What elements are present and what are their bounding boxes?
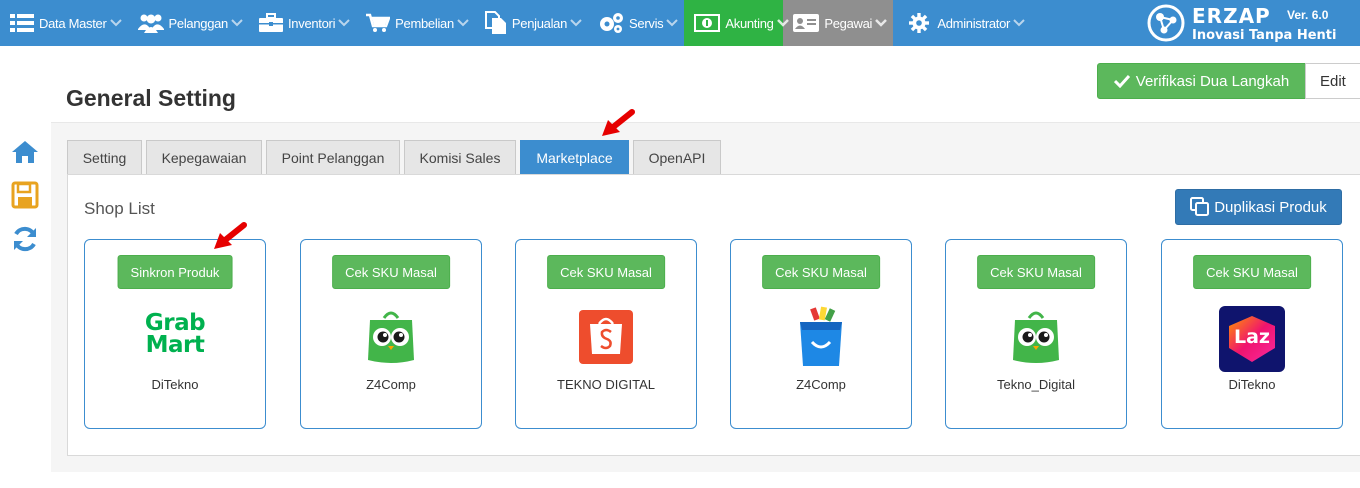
nav-label: Data Master xyxy=(39,15,107,31)
shop-name: DiTekno xyxy=(151,377,199,392)
nav-pegawai[interactable]: Pegawai xyxy=(783,0,894,46)
tokopedia-logo xyxy=(368,311,414,363)
duplikasi-produk-button[interactable]: Duplikasi Produk xyxy=(1175,189,1342,225)
shop-name: TEKNO DIGITAL xyxy=(557,377,655,392)
edit-button[interactable]: Edit xyxy=(1305,63,1360,99)
nav-label: Pembelian xyxy=(395,15,454,31)
tab-setting[interactable]: Setting xyxy=(67,140,142,175)
duplikasi-label: Duplikasi Produk xyxy=(1214,198,1327,216)
money-icon xyxy=(694,14,721,32)
tab-openapi[interactable]: OpenAPI xyxy=(633,140,721,175)
nav-label: Penjualan xyxy=(511,15,568,31)
refresh-icon[interactable] xyxy=(11,225,39,253)
shop-name: DiTekno xyxy=(1228,377,1276,392)
shop-card-tokopedia-2[interactable]: Cek SKU Masal Tekno_Digital xyxy=(945,239,1127,429)
briefcase-icon xyxy=(259,13,283,32)
brand-tagline: Inovasi Tanpa Henti xyxy=(1192,28,1337,43)
cek-sku-masal-button[interactable]: Cek SKU Masal xyxy=(332,255,450,289)
nav-label: Pegawai xyxy=(824,15,873,31)
list-icon xyxy=(10,14,34,32)
tab-komisi-sales[interactable]: Komisi Sales xyxy=(404,140,516,175)
sinkron-produk-button[interactable]: Sinkron Produk xyxy=(117,255,233,289)
brand-version: Ver. 6.0 xyxy=(1287,8,1329,22)
nav-pembelian[interactable]: Pembelian xyxy=(356,0,475,46)
cart-icon xyxy=(366,13,391,32)
chevron-down-icon xyxy=(457,19,469,27)
tab-point-pelanggan[interactable]: Point Pelanggan xyxy=(266,140,400,175)
chevron-down-icon xyxy=(1013,19,1025,27)
id-card-icon xyxy=(793,14,820,32)
nav-inventori[interactable]: Inventori xyxy=(249,0,356,46)
grabmart-logo: Grab Mart xyxy=(144,306,206,368)
chevron-down-icon xyxy=(338,19,350,27)
brand-logo[interactable]: ERZAP Ver. 6.0 Inovasi Tanpa Henti xyxy=(1146,2,1346,44)
nav-administrator[interactable]: Administrator xyxy=(893,0,1031,46)
nav-label: Pelanggan xyxy=(168,15,229,31)
logo-text: Mart xyxy=(145,332,205,358)
tab-kepegawaian[interactable]: Kepegawaian xyxy=(146,140,262,175)
chevron-down-icon xyxy=(666,19,679,27)
chevron-down-icon xyxy=(875,19,888,27)
copy-icon xyxy=(1190,197,1210,216)
nav-label: Administrator xyxy=(937,15,1011,31)
chevron-down-icon xyxy=(776,19,789,27)
shop-card-shopee[interactable]: Cek SKU Masal TEKNO DIGITAL xyxy=(515,239,697,429)
chevron-down-icon xyxy=(109,19,122,27)
logo-text: Grab xyxy=(144,310,206,336)
brand-name: ERZAP xyxy=(1192,4,1271,28)
chevron-down-icon xyxy=(231,19,243,27)
tokopedia-logo xyxy=(1013,311,1059,363)
cek-sku-masal-button[interactable]: Cek SKU Masal xyxy=(977,255,1095,289)
documents-icon xyxy=(484,11,506,34)
nav-servis[interactable]: Servis xyxy=(588,0,684,46)
verif-label: Verifikasi Dua Langkah xyxy=(1135,72,1290,90)
gear-icon xyxy=(909,13,930,33)
nav-data-master[interactable]: Data Master xyxy=(0,0,128,46)
nav-label: Inventori xyxy=(288,15,336,31)
nav-pelanggan[interactable]: Pelanggan xyxy=(128,0,249,46)
shop-name: Tekno_Digital xyxy=(996,377,1076,392)
nav-label: Servis xyxy=(629,15,664,31)
shop-card-grabmart[interactable]: Sinkron Produk Grab Mart DiTekno xyxy=(84,239,266,429)
shop-name: Z4Comp xyxy=(796,377,846,392)
save-icon[interactable] xyxy=(11,181,39,209)
cek-sku-masal-button[interactable]: Cek SKU Masal xyxy=(1193,255,1311,289)
shop-card-lazada[interactable]: Cek SKU Masal Laz DiTekno xyxy=(1161,239,1343,429)
lazada-logo: Laz xyxy=(1219,306,1285,372)
check-icon xyxy=(1113,74,1130,88)
gears-icon xyxy=(600,13,624,33)
red-arrow-annotation-icon xyxy=(602,109,635,136)
shop-card-tokopedia[interactable]: Cek SKU Masal Z4Comp xyxy=(300,239,482,429)
page-title: General Setting xyxy=(66,85,236,111)
nav-akunting[interactable]: Akunting xyxy=(684,0,789,46)
logo-text: Laz xyxy=(1234,326,1270,348)
red-arrow-annotation-icon xyxy=(214,222,247,249)
users-icon xyxy=(137,14,164,33)
shop-card-blibli[interactable]: Cek SKU Masal Z4Comp xyxy=(730,239,912,429)
erzap-logo-icon xyxy=(1147,4,1185,42)
home-icon[interactable] xyxy=(11,138,39,166)
nav-penjualan[interactable]: Penjualan xyxy=(475,0,588,46)
tab-marketplace[interactable]: Marketplace xyxy=(520,140,629,175)
verifikasi-dua-langkah-button[interactable]: Verifikasi Dua Langkah xyxy=(1097,63,1306,99)
shop-list-title: Shop List xyxy=(84,199,155,218)
cek-sku-masal-button[interactable]: Cek SKU Masal xyxy=(762,255,880,289)
chevron-down-icon xyxy=(570,19,582,27)
shopee-logo xyxy=(579,310,633,364)
nav-label: Akunting xyxy=(725,15,774,31)
cek-sku-masal-button[interactable]: Cek SKU Masal xyxy=(547,255,665,289)
blibli-logo xyxy=(800,306,842,366)
shop-name: Z4Comp xyxy=(366,377,416,392)
